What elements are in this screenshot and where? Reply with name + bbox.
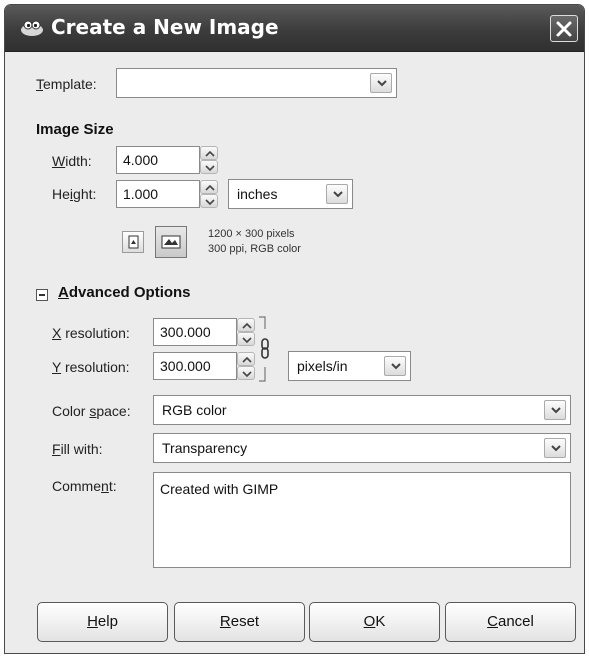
color-space-dropdown-button[interactable] [544,400,566,420]
close-button[interactable] [550,15,578,42]
y-resolution-label: Y resolution: [52,359,130,375]
color-space-value: RGB color [162,402,227,418]
collapse-icon[interactable] [36,289,48,301]
size-unit-dropdown-button[interactable] [326,184,348,204]
dropdown-arrow-icon [551,445,561,452]
ok-button[interactable]: OK [309,602,440,642]
image-info: 1200 × 300 pixels 300 ppi, RGB color [208,227,301,257]
height-spinner[interactable] [200,180,218,208]
dropdown-arrow-icon [551,407,561,414]
height-label: Height: [52,186,97,202]
color-space-select[interactable]: RGB color [153,395,571,425]
x-resolution-label: X resolution: [52,325,130,341]
size-unit-select[interactable]: inches [228,179,353,209]
x-resolution-spin-up[interactable] [237,318,255,332]
width-spin-down[interactable] [200,160,218,174]
dropdown-arrow-icon [377,80,387,87]
spin-down-icon [242,337,252,343]
y-resolution-spin-down[interactable] [237,366,255,380]
spin-up-icon [205,185,215,191]
spin-down-icon [205,165,215,171]
comment-label: Comment: [52,478,117,494]
spin-up-icon [205,151,215,157]
resolution-unit-select[interactable]: pixels/in [288,351,411,381]
dropdown-arrow-icon [391,363,401,370]
spin-down-icon [205,199,215,205]
window-title: Create a New Image [51,15,279,39]
advanced-options-heading[interactable]: Advanced Options [58,284,191,301]
title-bar[interactable]: Create a New Image [5,5,584,52]
height-input[interactable]: 1.000 [116,180,200,208]
resolution-unit-value: pixels/in [297,358,348,374]
width-label: Width: [52,153,92,169]
portrait-button[interactable] [122,231,144,253]
create-image-dialog: Create a New Image Template: Image Size … [4,4,585,654]
spin-up-icon [242,323,252,329]
x-resolution-spinner[interactable] [237,318,255,346]
height-spin-down[interactable] [200,194,218,208]
help-button[interactable]: Help [37,602,168,642]
cancel-button[interactable]: Cancel [445,602,576,642]
width-spinner[interactable] [200,146,218,174]
landscape-button[interactable] [155,226,187,258]
y-resolution-spinner[interactable] [237,352,255,380]
reset-button[interactable]: Reset [174,602,305,642]
color-space-label: Color space: [52,403,131,419]
width-input[interactable]: 4.000 [116,146,200,174]
template-label: Template: [36,76,97,92]
image-info-pixels: 1200 × 300 pixels [208,228,295,240]
chain-link-icon[interactable] [257,315,273,385]
fill-with-select[interactable]: Transparency [153,433,571,463]
image-size-heading: Image Size [36,121,114,138]
spin-up-icon [242,357,252,363]
comment-textarea[interactable]: Created with GIMP [153,472,571,568]
x-resolution-input[interactable]: 300.000 [153,318,237,346]
portrait-icon [128,235,139,249]
fill-with-label: Fill with: [52,441,103,457]
image-info-resolution: 300 ppi, RGB color [208,243,301,255]
dropdown-arrow-icon [333,191,343,198]
gimp-app-icon [19,19,45,37]
template-select[interactable] [116,68,397,98]
template-dropdown-button[interactable] [370,73,392,93]
y-resolution-spin-up[interactable] [237,352,255,366]
landscape-icon [161,235,181,249]
fill-with-dropdown-button[interactable] [544,438,566,458]
x-resolution-spin-down[interactable] [237,332,255,346]
close-icon [556,21,572,37]
y-resolution-input[interactable]: 300.000 [153,352,237,380]
spin-down-icon [242,371,252,377]
width-spin-up[interactable] [200,146,218,160]
height-spin-up[interactable] [200,180,218,194]
fill-with-value: Transparency [162,440,248,456]
size-unit-value: inches [237,186,278,202]
resolution-unit-dropdown-button[interactable] [384,356,406,376]
